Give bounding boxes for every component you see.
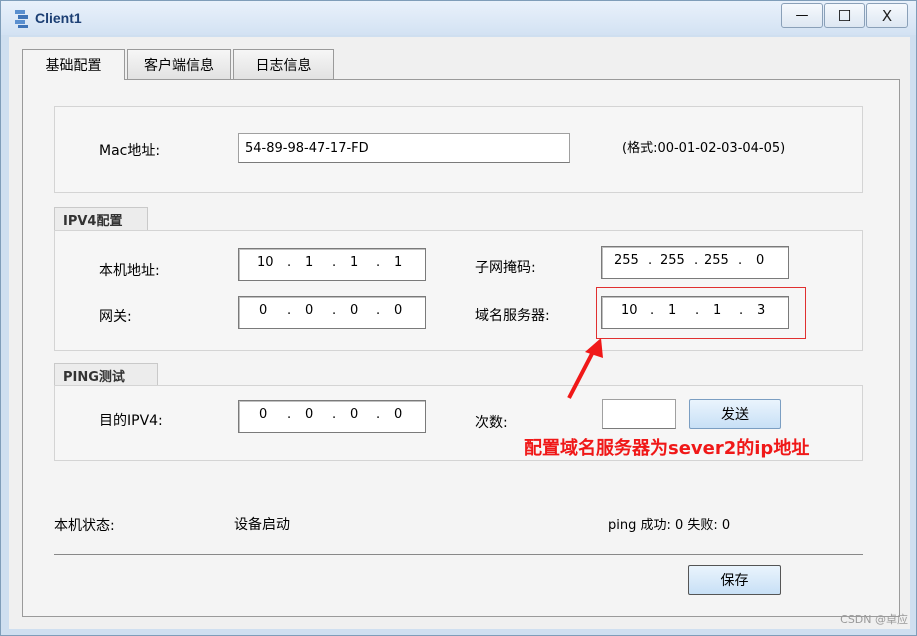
ping-target-input[interactable]: 0. 0. 0. 0 (238, 400, 426, 433)
tab-client-info[interactable]: 客户端信息 (127, 49, 231, 79)
annotation-highlight-box (596, 287, 806, 339)
send-button-label: 发送 (721, 407, 749, 423)
basic-config-panel: Mac地址: 54-89-98-47-17-FD (格式:00-01-02-03… (22, 79, 900, 617)
annotation-arrow-icon (567, 338, 603, 399)
mac-panel: Mac地址: 54-89-98-47-17-FD (格式:00-01-02-03… (54, 106, 863, 193)
minimize-button[interactable]: — (781, 3, 823, 28)
mac-label: Mac地址: (99, 143, 161, 159)
title-bar[interactable]: Client1 — ☐ X (1, 1, 916, 35)
subnet-mask-input[interactable]: 255. 255. 255. 0 (601, 246, 789, 279)
watermark: CSDN @卓应 (840, 613, 908, 626)
minimize-icon: — (795, 8, 809, 23)
maximize-icon: ☐ (837, 6, 852, 25)
save-button-label: 保存 (720, 573, 749, 589)
gateway-label: 网关: (99, 309, 132, 325)
device-status-value: 设备启动 (234, 517, 290, 533)
ip-address-input[interactable]: 10. 1. 1. 1 (238, 248, 426, 281)
app-icon (15, 10, 28, 28)
dns-server-label: 域名服务器: (475, 308, 550, 324)
tab-label: 基础配置 (45, 58, 102, 74)
gateway-input[interactable]: 0. 0. 0. 0 (238, 296, 426, 329)
window-title: Client1 (35, 10, 82, 26)
annotation-text: 配置域名服务器为sever2的ip地址 (524, 438, 810, 459)
client1-window: Client1 — ☐ X 基础配置 客户端信息 日志信息 Mac地址: 54-… (0, 0, 917, 636)
ping-result-text: ping 成功: 0 失败: 0 (608, 518, 731, 533)
tab-basic-config[interactable]: 基础配置 (22, 49, 125, 80)
mac-format-hint: (格式:00-01-02-03-04-05) (622, 141, 786, 156)
ping-count-input[interactable] (602, 399, 676, 429)
close-button[interactable]: X (866, 3, 908, 28)
maximize-button[interactable]: ☐ (824, 3, 865, 28)
ipv4-group-title: IPV4配置 (54, 207, 148, 231)
device-status-label: 本机状态: (54, 518, 115, 534)
tab-log-info[interactable]: 日志信息 (233, 49, 334, 79)
ping-group-title: PING测试 (54, 363, 158, 387)
ping-target-label: 目的IPV4: (99, 413, 163, 429)
mac-address-input[interactable]: 54-89-98-47-17-FD (238, 133, 570, 163)
status-divider (54, 554, 863, 555)
close-icon: X (881, 6, 893, 25)
send-button[interactable]: 发送 (689, 399, 781, 429)
tab-label: 客户端信息 (144, 57, 214, 74)
ip-address-label: 本机地址: (99, 263, 160, 279)
save-button[interactable]: 保存 (688, 565, 781, 595)
subnet-mask-label: 子网掩码: (475, 260, 536, 276)
tab-label: 日志信息 (255, 57, 312, 74)
ping-count-label: 次数: (475, 415, 508, 431)
